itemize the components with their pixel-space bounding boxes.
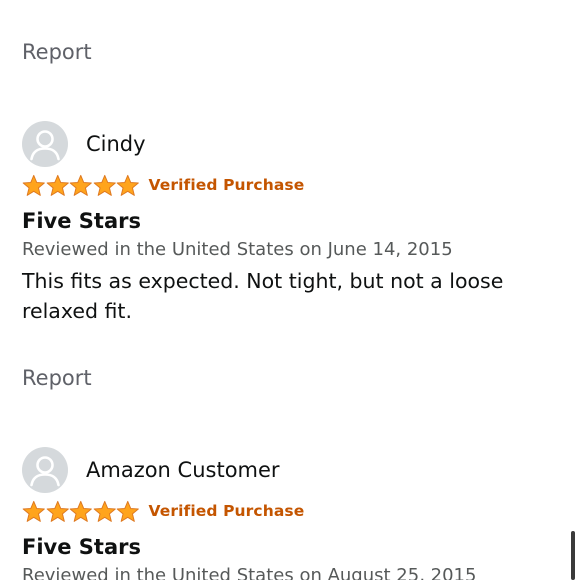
verified-purchase-badge[interactable]: Verified Purchase [149, 176, 305, 194]
rating-row: Verified Purchase [22, 172, 562, 198]
star-icon [116, 174, 139, 196]
star-rating[interactable] [22, 500, 140, 523]
star-rating[interactable] [22, 174, 140, 197]
review-card: Amazon Customer Verified Purchase Five S… [22, 447, 562, 580]
report-link[interactable]: Report [22, 366, 92, 390]
report-link[interactable]: Report [22, 40, 92, 64]
star-icon [69, 174, 92, 196]
review-title[interactable]: Five Stars [22, 533, 562, 561]
user-silhouette-icon [30, 130, 60, 161]
review-card: Cindy Verified Purchase Five Stars Revie… [22, 121, 562, 326]
rating-row: Verified Purchase [22, 498, 562, 524]
reviewer-profile[interactable]: Cindy [22, 121, 562, 167]
reviewer-name: Cindy [86, 132, 146, 156]
reviewer-profile[interactable]: Amazon Customer [22, 447, 562, 493]
verified-purchase-badge[interactable]: Verified Purchase [149, 502, 305, 520]
star-icon [22, 174, 45, 196]
review-date: Reviewed in the United States on June 14… [22, 239, 453, 260]
star-icon [46, 174, 69, 196]
star-icon [93, 174, 116, 196]
avatar [22, 121, 68, 167]
reviewer-name: Amazon Customer [86, 458, 280, 482]
star-icon [116, 500, 139, 522]
review-title[interactable]: Five Stars [22, 207, 562, 235]
review-body: This fits as expected. Not tight, but no… [22, 269, 504, 323]
avatar [22, 447, 68, 493]
user-silhouette-icon [30, 456, 60, 487]
star-icon [69, 500, 92, 522]
star-icon [46, 500, 69, 522]
star-icon [93, 500, 116, 522]
review-date: Reviewed in the United States on August … [22, 565, 477, 580]
star-icon [22, 500, 45, 522]
scrollbar[interactable] [571, 531, 575, 580]
reviews-page: Report Cindy Verified Purchase Five Star… [0, 0, 580, 580]
